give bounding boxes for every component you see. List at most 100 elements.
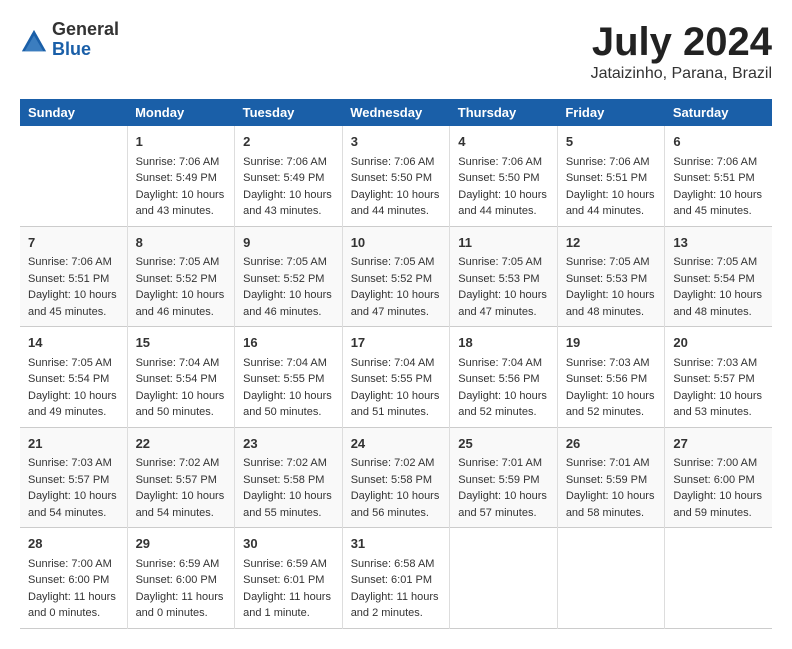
day-number: 21 <box>28 434 119 454</box>
calendar-cell: 11Sunrise: 7:05 AMSunset: 5:53 PMDayligh… <box>450 226 558 327</box>
day-number: 14 <box>28 333 119 353</box>
day-info: and 54 minutes. <box>136 505 227 522</box>
day-info: Sunset: 5:54 PM <box>28 371 119 388</box>
title-section: July 2024 Jataizinho, Parana, Brazil <box>591 20 772 83</box>
day-info: and 59 minutes. <box>673 505 764 522</box>
day-info: Daylight: 10 hours <box>458 287 549 304</box>
calendar-cell: 31Sunrise: 6:58 AMSunset: 6:01 PMDayligh… <box>342 528 450 629</box>
day-info: Sunset: 5:56 PM <box>566 371 657 388</box>
location-subtitle: Jataizinho, Parana, Brazil <box>591 65 772 83</box>
day-info: Daylight: 10 hours <box>28 388 119 405</box>
day-info: Daylight: 11 hours <box>243 589 334 606</box>
day-number: 24 <box>351 434 442 454</box>
day-info: Daylight: 10 hours <box>136 287 227 304</box>
day-info: Sunrise: 7:05 AM <box>566 254 657 271</box>
day-number: 12 <box>566 233 657 253</box>
calendar-cell <box>557 528 665 629</box>
day-info: Sunrise: 7:05 AM <box>351 254 442 271</box>
day-number: 6 <box>673 132 764 152</box>
day-number: 16 <box>243 333 334 353</box>
day-info: and 47 minutes. <box>458 304 549 321</box>
day-info: Sunset: 6:01 PM <box>243 572 334 589</box>
day-info: Sunset: 5:52 PM <box>243 271 334 288</box>
day-info: and 57 minutes. <box>458 505 549 522</box>
calendar-cell: 26Sunrise: 7:01 AMSunset: 5:59 PMDayligh… <box>557 427 665 528</box>
calendar-week-row: 1Sunrise: 7:06 AMSunset: 5:49 PMDaylight… <box>20 126 772 226</box>
calendar-cell: 13Sunrise: 7:05 AMSunset: 5:54 PMDayligh… <box>665 226 772 327</box>
day-info: Daylight: 10 hours <box>458 388 549 405</box>
day-info: Sunrise: 7:02 AM <box>351 455 442 472</box>
day-info: Daylight: 10 hours <box>28 287 119 304</box>
calendar-cell: 19Sunrise: 7:03 AMSunset: 5:56 PMDayligh… <box>557 327 665 428</box>
day-info: Sunset: 5:59 PM <box>458 472 549 489</box>
day-number: 26 <box>566 434 657 454</box>
day-number: 1 <box>136 132 227 152</box>
calendar-cell: 27Sunrise: 7:00 AMSunset: 6:00 PMDayligh… <box>665 427 772 528</box>
logo-blue: Blue <box>52 40 119 60</box>
day-number: 31 <box>351 534 442 554</box>
day-of-week-header: Monday <box>127 99 235 126</box>
day-info: Sunrise: 7:01 AM <box>458 455 549 472</box>
calendar-table: SundayMondayTuesdayWednesdayThursdayFrid… <box>20 99 772 629</box>
day-info: Sunrise: 6:58 AM <box>351 556 442 573</box>
day-info: Sunset: 5:54 PM <box>673 271 764 288</box>
day-info: Sunset: 5:51 PM <box>673 170 764 187</box>
day-info: Sunset: 5:49 PM <box>243 170 334 187</box>
day-info: Daylight: 10 hours <box>673 488 764 505</box>
day-info: and 2 minutes. <box>351 605 442 622</box>
day-info: Sunset: 5:56 PM <box>458 371 549 388</box>
day-info: Daylight: 10 hours <box>351 388 442 405</box>
day-info: and 45 minutes. <box>673 203 764 220</box>
day-number: 8 <box>136 233 227 253</box>
day-info: Daylight: 10 hours <box>243 187 334 204</box>
day-number: 20 <box>673 333 764 353</box>
month-year-title: July 2024 <box>591 20 772 65</box>
day-info: Daylight: 10 hours <box>566 287 657 304</box>
day-info: and 50 minutes. <box>243 404 334 421</box>
day-info: and 43 minutes. <box>136 203 227 220</box>
day-info: and 46 minutes. <box>136 304 227 321</box>
calendar-cell: 20Sunrise: 7:03 AMSunset: 5:57 PMDayligh… <box>665 327 772 428</box>
calendar-week-row: 28Sunrise: 7:00 AMSunset: 6:00 PMDayligh… <box>20 528 772 629</box>
day-info: Sunrise: 7:06 AM <box>458 154 549 171</box>
day-info: Daylight: 10 hours <box>136 388 227 405</box>
day-info: Sunset: 5:50 PM <box>458 170 549 187</box>
day-info: Sunrise: 7:03 AM <box>28 455 119 472</box>
day-of-week-header: Thursday <box>450 99 558 126</box>
day-info: Sunrise: 7:05 AM <box>136 254 227 271</box>
day-info: Daylight: 10 hours <box>673 187 764 204</box>
day-info: Sunrise: 7:02 AM <box>136 455 227 472</box>
day-info: Daylight: 10 hours <box>351 287 442 304</box>
day-info: Sunset: 5:52 PM <box>136 271 227 288</box>
day-info: Sunset: 5:58 PM <box>243 472 334 489</box>
day-info: Sunrise: 7:00 AM <box>28 556 119 573</box>
calendar-cell: 6Sunrise: 7:06 AMSunset: 5:51 PMDaylight… <box>665 126 772 226</box>
day-info: and 55 minutes. <box>243 505 334 522</box>
day-info: Daylight: 10 hours <box>566 187 657 204</box>
day-info: and 44 minutes. <box>458 203 549 220</box>
day-info: and 56 minutes. <box>351 505 442 522</box>
day-of-week-header: Friday <box>557 99 665 126</box>
day-number: 2 <box>243 132 334 152</box>
calendar-cell: 25Sunrise: 7:01 AMSunset: 5:59 PMDayligh… <box>450 427 558 528</box>
day-info: Sunset: 5:51 PM <box>28 271 119 288</box>
day-info: Sunrise: 7:05 AM <box>458 254 549 271</box>
day-number: 3 <box>351 132 442 152</box>
day-info: and 54 minutes. <box>28 505 119 522</box>
calendar-cell: 28Sunrise: 7:00 AMSunset: 6:00 PMDayligh… <box>20 528 127 629</box>
day-info: Sunset: 5:55 PM <box>243 371 334 388</box>
day-number: 15 <box>136 333 227 353</box>
day-number: 9 <box>243 233 334 253</box>
day-info: Sunrise: 7:06 AM <box>136 154 227 171</box>
calendar-cell: 16Sunrise: 7:04 AMSunset: 5:55 PMDayligh… <box>235 327 343 428</box>
calendar-cell: 5Sunrise: 7:06 AMSunset: 5:51 PMDaylight… <box>557 126 665 226</box>
day-number: 7 <box>28 233 119 253</box>
day-info: Sunrise: 7:04 AM <box>351 355 442 372</box>
day-number: 27 <box>673 434 764 454</box>
day-info: Sunset: 6:01 PM <box>351 572 442 589</box>
day-info: Sunset: 5:52 PM <box>351 271 442 288</box>
calendar-cell: 1Sunrise: 7:06 AMSunset: 5:49 PMDaylight… <box>127 126 235 226</box>
day-info: Sunset: 5:49 PM <box>136 170 227 187</box>
day-info: Sunrise: 6:59 AM <box>243 556 334 573</box>
calendar-cell: 4Sunrise: 7:06 AMSunset: 5:50 PMDaylight… <box>450 126 558 226</box>
